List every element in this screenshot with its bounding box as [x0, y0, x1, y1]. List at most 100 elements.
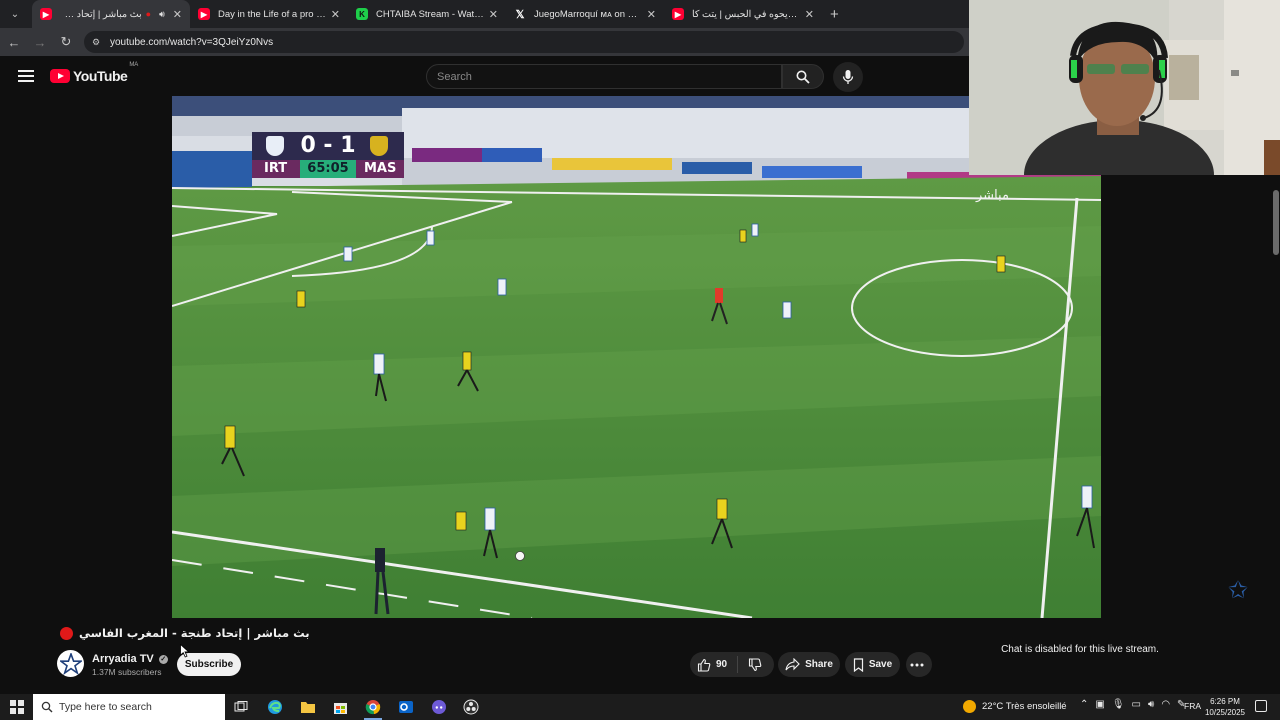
forward-icon[interactable]: →	[28, 30, 52, 54]
tab-title: بث مباشر | إتحاد طنجة - ال	[60, 8, 142, 20]
tab-search-icon[interactable]: ⌄	[4, 4, 26, 24]
country-code: MA	[129, 62, 139, 68]
youtube-favicon-icon: ▶	[672, 8, 684, 20]
chtaiba-favicon-icon: K	[356, 8, 368, 20]
search-placeholder: Search	[437, 70, 472, 83]
file-explorer-icon[interactable]	[297, 697, 319, 717]
new-tab-button[interactable]: +	[830, 6, 839, 23]
audio-playing-icon[interactable]: 🔊︎	[159, 9, 165, 20]
channel-name-row[interactable]: Arryadia TV ✓	[92, 653, 168, 665]
volume-icon[interactable]: 🔊︎	[1148, 699, 1154, 710]
app-tray-icon[interactable]: ▣	[1095, 699, 1104, 710]
tab-title: ديدي ديحوه في الحبس | يتت كا	[692, 8, 801, 20]
dislike-button[interactable]	[738, 657, 767, 672]
taskbar-search-icon	[41, 701, 53, 713]
url-text: youtube.com/watch?v=3QJeiYz0Nvs	[110, 36, 274, 48]
search-input[interactable]: Search	[426, 64, 782, 89]
menu-icon[interactable]	[18, 70, 34, 82]
youtube-favicon-icon: ▶	[40, 8, 52, 20]
microphone-icon	[842, 70, 854, 84]
youtube-favicon-icon: ▶	[198, 8, 210, 20]
youtube-header: YouTube MA Search	[0, 56, 970, 96]
away-team: MAS	[364, 161, 397, 176]
url-field[interactable]: ⚙ youtube.com/watch?v=3QJeiYz0Nvs	[84, 31, 964, 53]
share-icon	[785, 658, 800, 671]
star-logo-icon	[59, 652, 82, 675]
more-actions-button[interactable]	[906, 652, 932, 677]
browser-tab[interactable]: 𝕏 JuegoMarroquí ᴍᴀ on X: "Azze ✕	[506, 0, 664, 28]
live-indicator-icon	[60, 626, 73, 640]
close-tab-icon[interactable]: ✕	[647, 8, 656, 21]
close-tab-icon[interactable]: ✕	[173, 8, 182, 21]
system-clock[interactable]: 6:26 PM 10/25/2025	[1202, 696, 1248, 718]
close-tab-icon[interactable]: ✕	[805, 8, 814, 21]
video-title-row: بث مباشر | إتحاد طنجة - المغرب الفاسي	[60, 626, 310, 640]
share-label: Share	[805, 659, 833, 670]
channel-avatar[interactable]	[57, 650, 84, 677]
close-tab-icon[interactable]: ✕	[489, 8, 498, 21]
match-clock: 65:05	[300, 160, 356, 178]
system-tray-icons: ⌃ ▣ 🎙︎ ▭ 🔊︎ ◠ ✎	[1080, 699, 1185, 710]
subscriber-count: 1.37M subscribers	[92, 667, 162, 677]
obs-studio-icon[interactable]	[460, 697, 482, 717]
chrome-icon[interactable]	[362, 697, 384, 720]
site-info-icon[interactable]: ⚙	[92, 37, 102, 47]
search-button[interactable]	[782, 64, 824, 89]
match-score: 0 - 1	[300, 133, 356, 158]
browser-tab[interactable]: ▶ ديدي ديحوه في الحبس | يتت كا ✕	[664, 0, 822, 28]
browser-tab[interactable]: K CHTAIBA Stream - Watch Live ✕	[348, 0, 506, 28]
edge-browser-icon[interactable]	[264, 697, 286, 717]
more-horizontal-icon	[910, 663, 923, 666]
chat-disabled-message: Chat is disabled for this live stream.	[1001, 644, 1159, 655]
scoreboard: 0 - 1 IRT 65:05 MAS	[252, 132, 404, 180]
close-tab-icon[interactable]: ✕	[331, 8, 340, 21]
record-dot-icon: ●	[145, 9, 152, 19]
weather-text: 22°C Très ensoleillé	[982, 701, 1067, 712]
channel-watermark-star-icon: ✩	[1228, 577, 1249, 604]
like-button[interactable]: 90	[697, 656, 739, 673]
voice-search-button[interactable]	[833, 62, 863, 92]
windows-start-icon[interactable]	[10, 700, 24, 714]
home-team: IRT	[264, 161, 288, 176]
task-view-icon[interactable]	[230, 697, 252, 717]
webcam-overlay	[969, 0, 1280, 175]
away-crest-icon	[370, 136, 388, 156]
microphone-tray-icon[interactable]: 🎙︎	[1112, 699, 1125, 710]
scrollbar-thumb[interactable]	[1273, 190, 1279, 255]
youtube-logo[interactable]: YouTube MA	[50, 62, 138, 84]
video-player[interactable]: 0 - 1 IRT 65:05 MAS مباشر	[172, 96, 1101, 618]
video-title: بث مباشر | إتحاد طنجة - المغرب الفاسي	[79, 626, 310, 640]
browser-tab-active[interactable]: ▶ بث مباشر | إتحاد طنجة - ال ● 🔊︎ ✕	[32, 0, 190, 28]
search-icon	[796, 70, 810, 84]
windows-taskbar: Type here to search 22°C Très ensoleillé…	[0, 694, 1280, 720]
outlook-icon[interactable]	[395, 697, 417, 717]
mouse-cursor-icon	[180, 643, 190, 663]
save-button[interactable]: Save	[845, 652, 900, 677]
taskbar-search-input[interactable]: Type here to search	[33, 694, 225, 720]
youtube-play-icon	[50, 69, 70, 83]
streamer-webcam-image	[969, 0, 1280, 175]
input-language[interactable]: FRA	[1184, 701, 1201, 711]
wifi-icon[interactable]: ◠	[1161, 699, 1170, 710]
browser-tab[interactable]: ▶ Day in the Life of a pro football ✕	[190, 0, 348, 28]
channel-name[interactable]: Arryadia TV	[92, 653, 154, 665]
share-button[interactable]: Share	[778, 652, 840, 677]
notifications-icon[interactable]	[1255, 700, 1267, 712]
tab-title: CHTAIBA Stream - Watch Live	[376, 8, 485, 20]
clock-date: 10/25/2025	[1204, 708, 1246, 717]
show-hidden-icons-icon[interactable]: ⌃	[1080, 699, 1088, 710]
bookmark-icon	[853, 657, 863, 672]
live-watermark: مباشر	[976, 188, 1009, 203]
reload-icon[interactable]: ↻	[54, 30, 78, 54]
like-dislike-group: 90	[690, 652, 774, 677]
weather-widget[interactable]: 22°C Très ensoleillé	[963, 700, 1067, 713]
home-crest-icon	[266, 136, 284, 156]
thumbs-down-icon	[749, 657, 762, 671]
discord-icon[interactable]	[428, 697, 450, 717]
back-icon[interactable]: ←	[2, 30, 26, 54]
verified-icon: ✓	[158, 654, 168, 664]
store-icon[interactable]	[329, 697, 351, 717]
x-favicon-icon: 𝕏	[515, 8, 525, 21]
tab-title: JuegoMarroquí ᴍᴀ on X: "Azze	[534, 8, 643, 20]
network-icon[interactable]: ▭	[1132, 699, 1141, 710]
